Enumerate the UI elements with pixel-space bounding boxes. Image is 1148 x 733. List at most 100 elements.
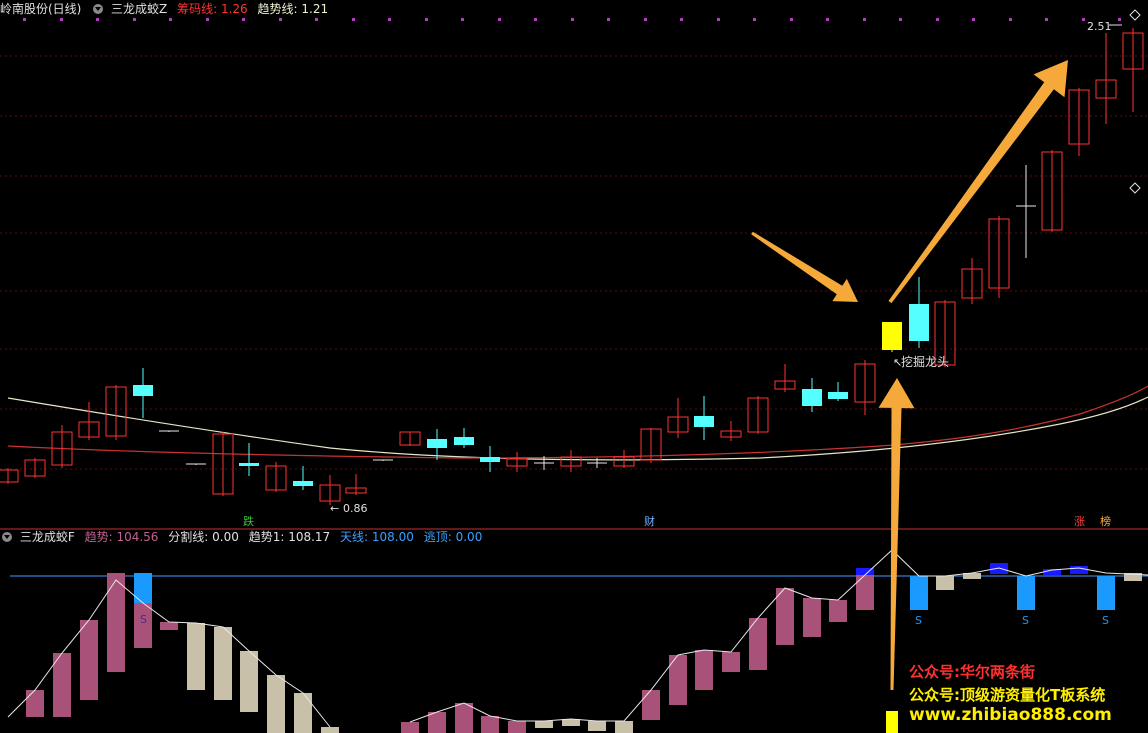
- top-marker-dot: [680, 18, 683, 21]
- trend-bar-b: [321, 727, 339, 733]
- sub-indicator-name[interactable]: 三龙成蛟F: [20, 528, 75, 546]
- annotation-arrow: [751, 231, 858, 302]
- top-marker-dot: [388, 18, 391, 21]
- sky-line-value: 108.00: [371, 530, 414, 544]
- candle-body-down: [909, 304, 929, 341]
- annotation-arrow: [888, 60, 1068, 304]
- top-marker-dot: [717, 18, 720, 21]
- signal-volume-bar: [886, 711, 898, 733]
- candle-body-down: [454, 437, 474, 445]
- top-marker-dot: [498, 18, 501, 21]
- top-marker-dot: [315, 18, 318, 21]
- low-price-label: 0.86: [343, 502, 368, 515]
- trend-bar-b: [615, 721, 633, 733]
- dropdown-icon[interactable]: [2, 532, 12, 542]
- sell-signal-label: S: [1102, 614, 1109, 627]
- top-marker-dot: [607, 18, 610, 21]
- trend-bar-b: [294, 693, 312, 733]
- trend-bar-p: [695, 650, 713, 690]
- event-marker-fall: 跌: [243, 514, 254, 528]
- annotation-arrow: [878, 378, 915, 690]
- trend-bar-p: [53, 653, 71, 717]
- trend-bar-p: [455, 703, 473, 733]
- trend-bar-blue: [1017, 576, 1035, 610]
- trend-bar-b: [187, 623, 205, 690]
- split-line-value: 0.00: [212, 530, 239, 544]
- trend-bar-p: [829, 600, 847, 622]
- trend-bar-p: [428, 712, 446, 733]
- sell-signal-label: S: [1022, 614, 1029, 627]
- top-marker-dot: [863, 18, 866, 21]
- candle-body-down: [133, 385, 153, 396]
- main-chart-header: 岭南股份(日线) 三龙成蛟Z 筹码线: 1.26 趋势线: 1.21: [0, 0, 334, 18]
- moving-average-red: [7, 385, 1148, 459]
- dropdown-icon[interactable]: [93, 4, 104, 14]
- top-marker-dot: [972, 18, 975, 21]
- sell-signal-label: S: [915, 614, 922, 627]
- trend-bar-p: [80, 620, 98, 700]
- chip-line-value: 1.26: [220, 2, 248, 16]
- watermark-line-2: 公众号:顶级游资量化T板系统: [909, 686, 1106, 704]
- trend1-label: 趋势1:: [248, 530, 285, 544]
- trend-bar-p: [722, 652, 740, 672]
- escape-top-value: 0.00: [455, 530, 483, 544]
- trend-bar-p: [776, 588, 794, 645]
- top-marker-dot: [461, 18, 464, 21]
- watermark-line-1: 公众号:华尔两条街: [909, 663, 1035, 681]
- trend-bar-b: [588, 721, 606, 731]
- candle-body-down: [480, 457, 500, 462]
- top-marker-dot: [279, 18, 282, 21]
- trend-bar-p: [803, 598, 821, 637]
- annotation-label: 挖掘龙头: [901, 354, 949, 369]
- event-marker-finance: 财: [644, 514, 655, 528]
- top-marker-dot: [826, 18, 829, 21]
- candle-body-down: [694, 416, 714, 427]
- top-marker-dot: [534, 18, 537, 21]
- candle-body-down: [293, 481, 313, 486]
- trend-bar-b: [936, 576, 954, 590]
- top-marker-dot: [790, 18, 793, 21]
- diamond-icon: [1129, 9, 1141, 21]
- event-marker-rise: 涨: [1074, 515, 1085, 528]
- trend-bar-b: [535, 721, 553, 728]
- high-price-label: 2.51: [1087, 20, 1112, 33]
- candle-body-down: [882, 322, 902, 350]
- trend-bar-navy: [1070, 566, 1088, 574]
- trend-bar-p: [642, 690, 660, 720]
- moving-average-white: [7, 396, 1148, 461]
- moving-average-lines: [7, 385, 1148, 461]
- top-marker-dot: [1082, 18, 1085, 21]
- top-marker-dot: [60, 18, 63, 21]
- candle-body-down: [828, 392, 848, 399]
- price-grid: [0, 18, 1148, 577]
- trend-line-value: 1.21: [301, 2, 329, 16]
- top-marker-dot: [753, 18, 756, 21]
- top-marker-dot: [1045, 18, 1048, 21]
- top-marker-dot: [169, 18, 172, 21]
- chip-line-label: 筹码线:: [177, 2, 218, 16]
- trend-bar-b: [562, 719, 580, 726]
- trend-value: 104.56: [116, 530, 159, 544]
- top-marker-dot: [644, 18, 647, 21]
- top-marker-dot: [1009, 18, 1012, 21]
- top-marker-dot: [242, 18, 245, 21]
- event-marker-ranking: 榜: [1100, 514, 1111, 528]
- stock-title[interactable]: 岭南股份(日线): [0, 0, 81, 18]
- trend-bar-blue: [910, 576, 928, 610]
- top-marker-dot: [352, 18, 355, 21]
- trend-bar-p: [107, 573, 125, 672]
- trend-bar-b: [240, 651, 258, 712]
- top-marker-dot: [133, 18, 136, 21]
- trend-bar-p: [508, 721, 526, 733]
- top-marker-dot: [96, 18, 99, 21]
- top-marker-dot: [571, 18, 574, 21]
- candlestick-series: [0, 28, 1144, 505]
- sell-signal-label: S: [140, 613, 147, 626]
- top-marker-dot: [425, 18, 428, 21]
- trend-bar-b: [267, 675, 285, 733]
- trend-bar-p: [401, 722, 419, 733]
- low-price-arrow: ←: [330, 502, 339, 515]
- indicator-name[interactable]: 三龙成蛟Z: [111, 0, 167, 18]
- trend-bar-p: [481, 716, 499, 733]
- trend-bar-b: [214, 627, 232, 700]
